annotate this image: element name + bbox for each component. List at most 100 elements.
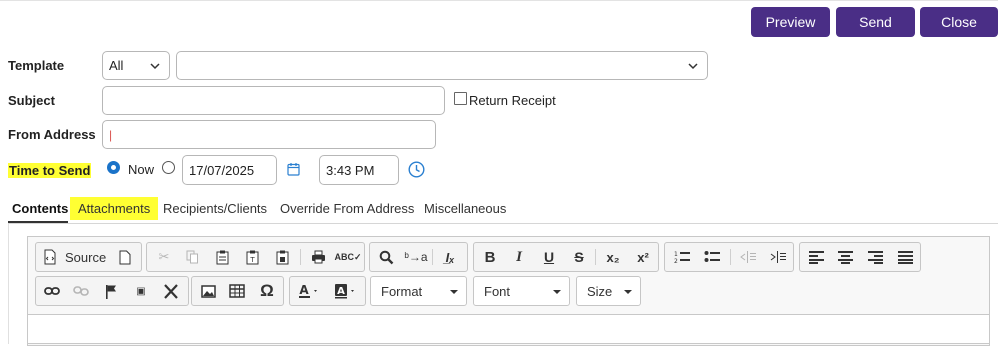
- bulleted-list-icon: [704, 251, 720, 262]
- print-button[interactable]: [304, 243, 332, 271]
- cut-icon: ✂: [158, 249, 170, 264]
- clock-icon[interactable]: [408, 161, 425, 178]
- calendar-icon[interactable]: [287, 162, 300, 176]
- unlink-button[interactable]: [67, 277, 95, 305]
- template-filter-select[interactable]: All: [102, 51, 170, 80]
- send-button[interactable]: Send: [836, 7, 915, 37]
- template-label: Template: [8, 58, 65, 73]
- anchor-button[interactable]: [97, 277, 125, 305]
- template-select[interactable]: [176, 51, 708, 80]
- text-color-button[interactable]: A: [292, 277, 328, 305]
- align-center-button[interactable]: [831, 243, 859, 271]
- strikethrough-button[interactable]: S: [565, 243, 593, 271]
- text-color-icon: A: [299, 283, 317, 298]
- toolbar-separator: [730, 249, 731, 265]
- chevron-down-icon: [688, 62, 698, 69]
- omega-icon: Ω: [260, 281, 274, 300]
- paste-word-button[interactable]: [268, 243, 296, 271]
- bold-icon: B: [484, 248, 496, 266]
- subject-label: Subject: [8, 93, 55, 108]
- increase-indent-button[interactable]: [764, 243, 792, 271]
- align-left-button[interactable]: [802, 243, 830, 271]
- indent-icon: [770, 251, 786, 263]
- link-button[interactable]: [38, 277, 66, 305]
- justify-icon: [897, 250, 913, 264]
- remove-format-button[interactable]: I̲ₓ: [436, 243, 464, 271]
- toolbar-group-basic-styles: B I U S x₂ x²: [473, 242, 659, 272]
- toolbar-group-align: [799, 242, 921, 272]
- subject-input[interactable]: [102, 86, 445, 115]
- return-receipt-checkbox[interactable]: [454, 92, 467, 105]
- return-receipt-label: Return Receipt: [469, 93, 556, 108]
- time-input[interactable]: 3:43 PM: [319, 155, 399, 185]
- editor-content-area[interactable]: [27, 314, 990, 344]
- underline-button[interactable]: U: [535, 243, 563, 271]
- table-button[interactable]: [223, 277, 251, 305]
- image-button[interactable]: [194, 277, 222, 305]
- time-to-send-label: Time to Send: [8, 163, 92, 178]
- superscript-button[interactable]: x²: [629, 243, 657, 271]
- print-icon: [311, 250, 325, 264]
- tab-contents[interactable]: Contents: [12, 201, 68, 216]
- tab-miscellaneous[interactable]: Miscellaneous: [424, 201, 506, 216]
- strikethrough-icon: S: [574, 249, 584, 265]
- tab-override-from-address[interactable]: Override From Address: [280, 201, 414, 216]
- chevron-down-icon: [450, 290, 458, 294]
- spellcheck-icon: ABC✓: [334, 251, 362, 262]
- toolbar-separator: [595, 249, 596, 265]
- copy-button[interactable]: [178, 243, 206, 271]
- cut-button[interactable]: ✂: [150, 243, 178, 271]
- spellcheck-button[interactable]: ABC✓: [334, 243, 362, 271]
- italic-button[interactable]: I: [505, 243, 533, 271]
- bold-button[interactable]: B: [476, 243, 504, 271]
- date-input[interactable]: 17/07/2025: [182, 155, 277, 185]
- svg-text:A: A: [337, 286, 345, 297]
- source-button[interactable]: Source: [39, 243, 113, 271]
- toolbar-group-insert: Ω: [191, 276, 284, 306]
- close-button[interactable]: Close: [920, 7, 998, 37]
- background-color-button[interactable]: A: [329, 277, 365, 305]
- copy-icon: [186, 250, 198, 264]
- format-label: Format: [381, 283, 423, 299]
- paste-text-icon: T: [246, 250, 258, 264]
- font-dropdown[interactable]: Font: [473, 276, 570, 306]
- from-address-value: |: [109, 127, 113, 142]
- find-button[interactable]: [372, 243, 400, 271]
- from-address-label: From Address: [8, 127, 96, 142]
- insert-template-button[interactable]: ▣: [127, 277, 155, 305]
- numbered-list-icon: 12: [674, 251, 690, 264]
- tab-attachments[interactable]: Attachments: [78, 201, 150, 216]
- replace-button[interactable]: ᵇ→a: [402, 243, 430, 271]
- align-right-button[interactable]: [861, 243, 889, 271]
- new-page-icon: [119, 250, 131, 264]
- decrease-indent-button[interactable]: [734, 243, 762, 271]
- bulleted-list-button[interactable]: [698, 243, 726, 271]
- preview-button[interactable]: Preview: [751, 7, 830, 37]
- now-radio[interactable]: [107, 161, 120, 174]
- toolbar-group-document: Source: [35, 242, 142, 272]
- align-right-icon: [867, 250, 883, 264]
- remove-format-icon: I̲ₓ: [445, 249, 455, 265]
- special-character-button[interactable]: Ω: [253, 277, 281, 305]
- toolbar-group-find: ᵇ→a I̲ₓ: [369, 242, 468, 272]
- paste-button[interactable]: [208, 243, 236, 271]
- schedule-radio[interactable]: [162, 161, 175, 174]
- from-address-input[interactable]: |: [102, 120, 436, 149]
- format-dropdown[interactable]: Format: [370, 276, 467, 306]
- new-page-button[interactable]: [111, 243, 139, 271]
- paste-icon: [216, 250, 228, 264]
- tab-recipients-clients[interactable]: Recipients/Clients: [163, 201, 267, 216]
- source-icon: [44, 249, 56, 265]
- template-filter-value: All: [109, 58, 124, 73]
- toolbar-group-colors: A A: [289, 276, 366, 306]
- size-label: Size: [587, 283, 613, 299]
- replace-icon: ᵇ→a: [404, 250, 428, 264]
- numbered-list-button[interactable]: 12: [668, 243, 696, 271]
- align-left-icon: [808, 250, 824, 264]
- paste-text-button[interactable]: T: [238, 243, 266, 271]
- clear-content-button[interactable]: [157, 277, 185, 305]
- justify-button[interactable]: [891, 243, 919, 271]
- subscript-button[interactable]: x₂: [599, 243, 627, 271]
- now-label: Now: [128, 162, 155, 177]
- size-dropdown[interactable]: Size: [576, 276, 641, 306]
